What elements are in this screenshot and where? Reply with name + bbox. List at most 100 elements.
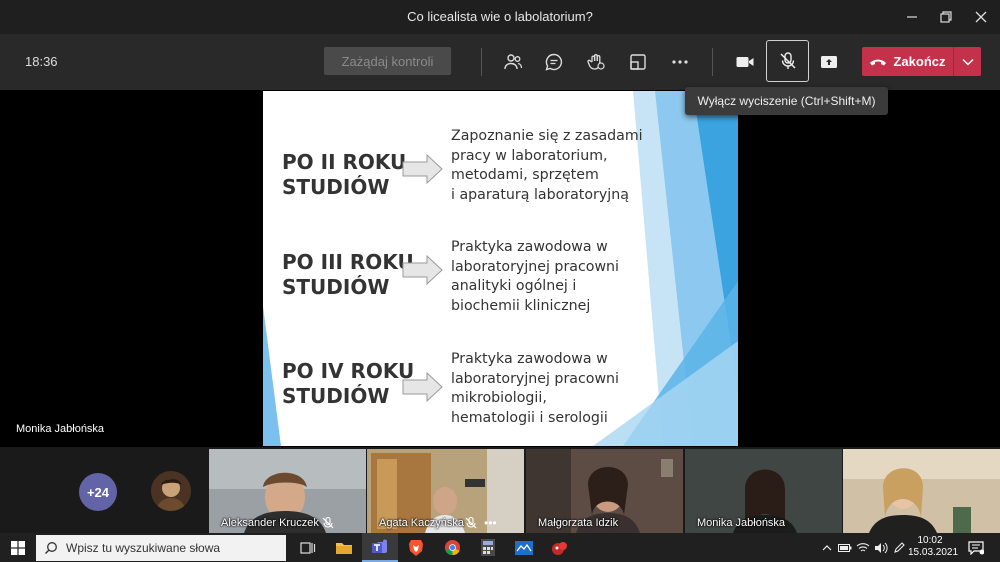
chat-button[interactable] (538, 46, 570, 78)
whiteboard-icon (515, 540, 533, 555)
row-3-heading-line: STUDIÓW (282, 384, 390, 408)
more-icon (672, 60, 688, 64)
volume-icon (875, 542, 888, 553)
participant-tile[interactable]: Aleksander Kruczek (209, 449, 366, 533)
brave-button[interactable] (398, 533, 434, 562)
pen-icon (894, 541, 905, 553)
participant-tile[interactable]: Monika Jabłońska (685, 449, 842, 533)
window-title: Co licealista wie o labolatorium? (407, 9, 593, 24)
row-3-desc-line: hematologii i serologii (451, 409, 608, 426)
row-3-heading: PO IV ROKU STUDIÓW (282, 359, 414, 409)
participant-more-icon[interactable]: ••• (484, 516, 497, 530)
taskbar-clock[interactable]: 10:02 15.03.2021 (908, 535, 959, 559)
camera-button[interactable] (729, 46, 761, 78)
row-3-description: Praktyka zawodowa w laboratoryjnej praco… (451, 350, 619, 428)
teams-icon (372, 539, 387, 553)
row-2-desc-line: Praktyka zawodowa w (451, 239, 608, 255)
taskbar-search-box[interactable]: Wpisz tu wyszukiwane słowa (36, 535, 286, 561)
row-2-desc-line: biochemii klinicznej (451, 297, 591, 314)
chat-icon (545, 53, 563, 71)
request-control-button[interactable]: Zażądaj kontroli (324, 47, 451, 75)
notifications-button[interactable] (964, 536, 988, 560)
participant-name: Agata Kaczyńska (379, 517, 464, 529)
notification-icon (968, 541, 984, 555)
pen-button[interactable] (890, 533, 908, 562)
windows-taskbar: Wpisz tu wyszukiwane słowa 10:02 15.03.2… (0, 533, 1000, 562)
reactions-button[interactable] (580, 46, 612, 78)
battery-icon (838, 543, 852, 552)
tray-expand-button[interactable] (818, 533, 836, 562)
row-1-desc-line: pracy w laboratorium, (451, 147, 608, 164)
camera-icon (736, 57, 754, 67)
row-1-description: Zapoznanie się z zasadami pracy w labora… (451, 127, 643, 205)
meeting-toolbar: 18:36 Zażądaj kontroli Zakończ (0, 34, 1000, 90)
file-explorer-button[interactable] (326, 533, 362, 562)
row-1-desc-line: metodami, sprzętem (451, 167, 599, 183)
row-3-desc-line: laboratoryjnej pracowni (451, 370, 619, 387)
share-button[interactable] (813, 46, 845, 78)
chrome-button[interactable] (434, 533, 470, 562)
windows-logo-icon (11, 540, 25, 555)
participant-name: Monika Jabłońska (697, 517, 786, 529)
close-button[interactable] (964, 0, 998, 34)
whiteboard-button[interactable] (506, 533, 542, 562)
chevron-up-icon (822, 544, 832, 550)
wifi-button[interactable] (854, 533, 872, 562)
app-icon (552, 541, 567, 555)
end-call-options-button[interactable] (954, 47, 981, 76)
row-2-heading-line: STUDIÓW (282, 275, 390, 299)
participant-tile[interactable]: Małgorzata Idzik (526, 449, 683, 533)
rooms-icon (630, 54, 646, 70)
share-icon (821, 56, 837, 68)
search-icon (45, 542, 57, 554)
meeting-timer: 18:36 (25, 54, 58, 69)
app-button[interactable] (542, 533, 578, 562)
row-2-desc-line: analityki ogólnej i (451, 278, 577, 294)
row-1-heading: PO II ROKU STUDIÓW (282, 150, 406, 200)
participants-icon (504, 54, 523, 70)
row-3-desc-line: mikrobiologii, (451, 390, 547, 406)
teams-button[interactable] (362, 533, 398, 562)
end-call-label: Zakończ (893, 54, 946, 69)
participant-tile[interactable]: Agata Kaczyńska ••• (367, 449, 524, 533)
close-icon (975, 11, 987, 23)
row-3-heading-line: PO IV ROKU (282, 359, 415, 383)
row-3-desc-line: Praktyka zawodowa w (451, 351, 608, 367)
arrow-right-icon (402, 153, 443, 185)
task-view-button[interactable] (290, 533, 326, 562)
mic-off-icon (322, 516, 334, 529)
battery-button[interactable] (836, 533, 854, 562)
row-2-description: Praktyka zawodowa w laboratoryjnej praco… (451, 238, 619, 316)
minimize-button[interactable] (895, 0, 929, 34)
chevron-down-icon (961, 58, 974, 66)
toolbar-divider (481, 48, 482, 76)
participant-name: Małgorzata Idzik (538, 517, 619, 529)
clock-time: 10:02 (917, 535, 943, 546)
restore-icon (940, 11, 952, 23)
rooms-button[interactable] (622, 46, 654, 78)
participant-tile[interactable] (843, 449, 1000, 533)
end-call-button[interactable]: Zakończ (862, 47, 981, 76)
row-2-heading: PO III ROKU STUDIÓW (282, 250, 414, 300)
presentation-slide: PO II ROKU STUDIÓW Zapoznanie się z zasa… (263, 91, 738, 446)
start-button[interactable] (0, 533, 36, 562)
volume-button[interactable] (872, 533, 890, 562)
more-participants-badge[interactable]: +24 (79, 473, 117, 511)
mic-off-icon (779, 52, 796, 69)
reactions-icon (587, 54, 605, 70)
unmute-tooltip: Wyłącz wyciszenie (Ctrl+Shift+M) (685, 87, 888, 115)
unmute-button[interactable] (766, 40, 809, 82)
row-2-heading-line: PO III ROKU (282, 250, 414, 274)
clock-date: 15.03.2021 (908, 547, 959, 558)
more-button[interactable] (664, 46, 696, 78)
participants-button[interactable] (497, 46, 529, 78)
avatar[interactable] (151, 471, 191, 511)
task-view-icon (300, 541, 316, 554)
end-call-main[interactable]: Zakończ (862, 47, 953, 76)
mic-off-icon (465, 516, 477, 529)
presenter-name: Monika Jabłońska (16, 423, 105, 435)
calculator-button[interactable] (470, 533, 506, 562)
chrome-icon (444, 539, 460, 556)
restore-button[interactable] (929, 0, 963, 34)
title-bar: Co licealista wie o labolatorium? (0, 0, 1000, 34)
